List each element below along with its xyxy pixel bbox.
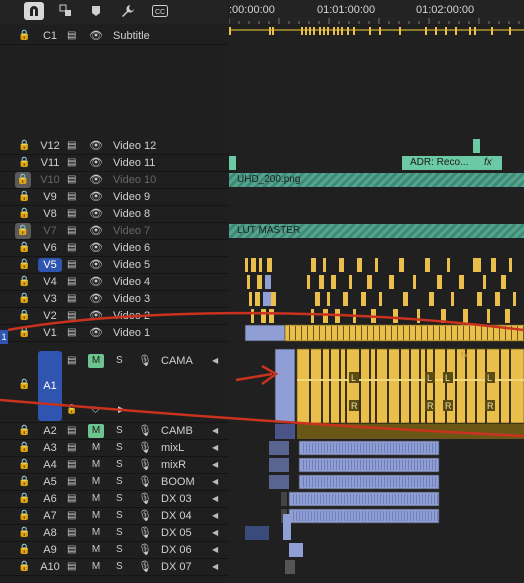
annotation-overlay	[0, 311, 524, 438]
annotation-stroke-bottom	[0, 398, 524, 438]
annotation-stroke-top	[7, 311, 524, 332]
annotation-arrow-shaft	[235, 372, 273, 382]
premiere-timeline: CC :00:00:00 01:01:00:00 01:02:00:00 🔒 C…	[0, 0, 524, 583]
